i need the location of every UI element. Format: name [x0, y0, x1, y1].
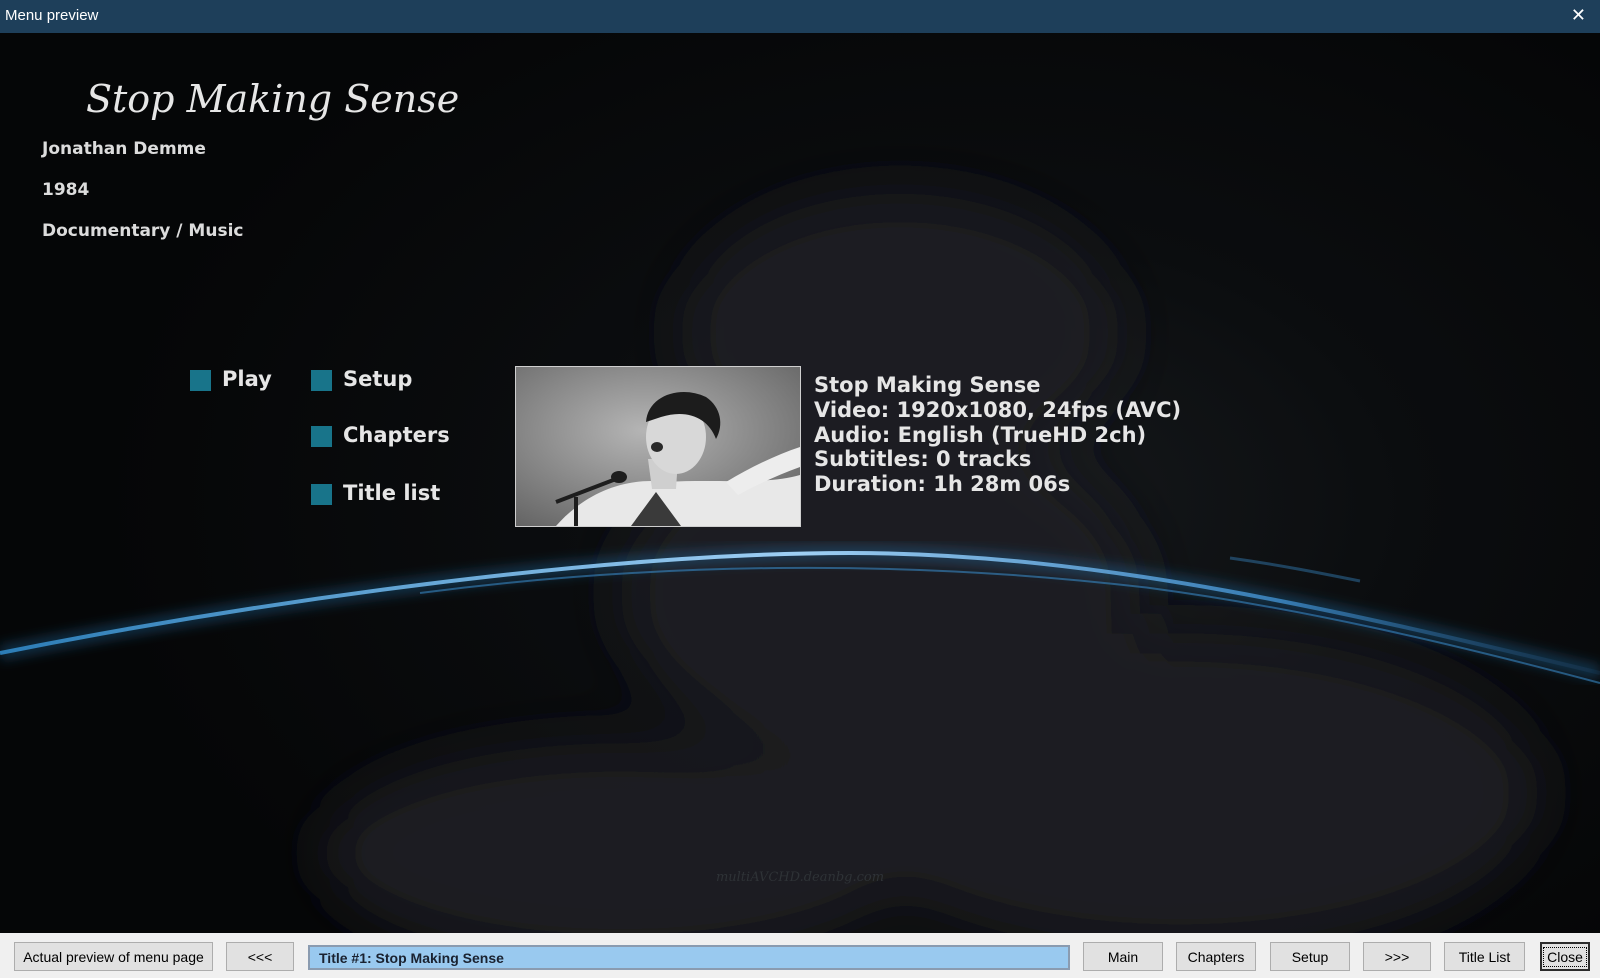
window-title: Menu preview — [5, 7, 99, 24]
thumbnail-image — [516, 367, 800, 526]
details-video: Video: 1920x1080, 24fps (AVC) — [814, 397, 1182, 422]
close-icon[interactable]: ✕ — [1571, 6, 1586, 26]
details-duration: Duration: 1h 28m 06s — [814, 472, 1071, 497]
title-list-button-indicator — [311, 484, 332, 505]
play-button-indicator — [190, 370, 211, 391]
title-details: Stop Making Sense Video: 1920x1080, 24fp… — [814, 373, 1181, 497]
current-title-field[interactable]: Title #1: Stop Making Sense — [308, 945, 1070, 970]
setup-page-button[interactable]: Setup — [1270, 942, 1350, 971]
setup-button-indicator — [311, 370, 332, 391]
chapters-button-label: Chapters — [343, 423, 450, 447]
chapters-page-button[interactable]: Chapters — [1176, 942, 1256, 971]
main-button[interactable]: Main — [1083, 942, 1163, 971]
year: 1984 — [42, 180, 90, 200]
title-list-button-label: Title list — [343, 481, 441, 505]
watermark: multiAVCHD.deanbg.com — [715, 870, 885, 885]
close-label: Close — [1543, 946, 1587, 967]
movie-title: Stop Making Sense — [86, 77, 460, 121]
actual-preview-label: Actual preview of menu page — [23, 948, 204, 965]
next-page-button[interactable]: >>> — [1363, 942, 1431, 971]
title-thumbnail — [515, 366, 801, 527]
performer-silhouette — [320, 193, 1540, 933]
details-name: Stop Making Sense — [814, 373, 1041, 397]
previous-page-label: <<< — [247, 948, 273, 965]
details-audio: Audio: English (TrueHD 2ch) — [814, 422, 1147, 447]
actual-preview-button[interactable]: Actual preview of menu page — [14, 942, 213, 971]
setup-button-label: Setup — [343, 367, 413, 391]
details-subtitles: Subtitles: 0 tracks — [814, 447, 1032, 472]
previous-page-button[interactable]: <<< — [226, 942, 294, 971]
window-titlebar: Menu preview ✕ — [0, 0, 1600, 33]
director: Jonathan Demme — [42, 139, 206, 159]
chapters-button-indicator — [311, 426, 332, 447]
setup-page-label: Setup — [1291, 948, 1329, 965]
close-button[interactable]: Close — [1540, 942, 1590, 971]
preview-toolbar: Actual preview of menu page <<< Title #1… — [0, 933, 1600, 978]
title-list-page-button[interactable]: Title List — [1444, 942, 1525, 971]
main-label: Main — [1107, 948, 1139, 965]
next-page-label: >>> — [1384, 948, 1410, 965]
genre: Documentary / Music — [42, 221, 244, 241]
title-list-page-label: Title List — [1458, 948, 1511, 965]
menu-preview-canvas: Stop Making Sense Jonathan Demme 1984 Do… — [0, 33, 1600, 933]
play-button-label: Play — [222, 367, 272, 391]
chapters-page-label: Chapters — [1187, 948, 1245, 965]
